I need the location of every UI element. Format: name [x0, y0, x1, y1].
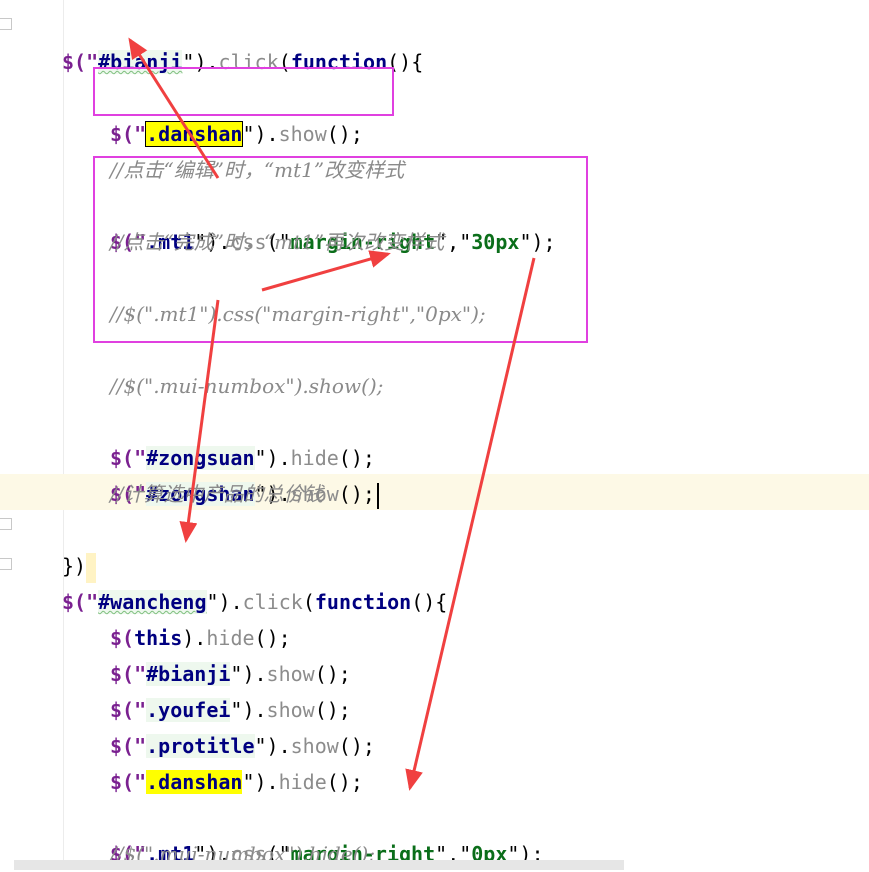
- horizontal-scrollbar[interactable]: [14, 860, 624, 870]
- arrow-annotation-icon: [128, 37, 536, 791]
